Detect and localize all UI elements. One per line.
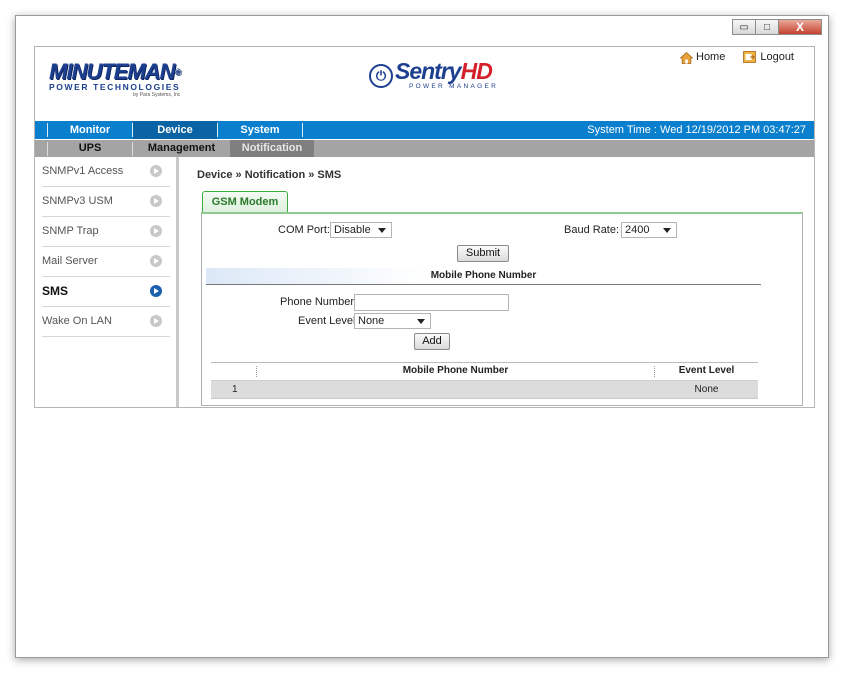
top-links: Home Logout — [680, 51, 794, 64]
close-button[interactable]: X — [778, 19, 822, 35]
gsm-modem-panel: COM Port: Disable Baud Rate: 2400 Submit… — [201, 212, 803, 406]
logout-link[interactable]: Logout — [743, 51, 794, 63]
menu-device[interactable]: Device — [133, 121, 217, 139]
baud-rate-label: Baud Rate: — [564, 224, 620, 236]
logout-label: Logout — [760, 51, 794, 63]
menu-separator — [302, 123, 303, 137]
sidebar-item-label: SNMP Trap — [42, 225, 99, 237]
column-header-phone: Mobile Phone Number — [402, 365, 509, 376]
event-level-label: Event Level: — [298, 315, 359, 327]
registered-mark: ® — [174, 67, 181, 77]
baud-rate-select[interactable]: 2400 — [621, 222, 677, 238]
sidebar-item-snmpv3-usm[interactable]: SNMPv3 USM — [42, 187, 170, 217]
sidebar-item-label: Wake On LAN — [42, 315, 112, 327]
browser-window: ▭ □ X MINUTEMAN® POWER TECHNOLOGIES by P… — [15, 15, 829, 658]
breadcrumb: Device » Notification » SMS — [197, 169, 342, 181]
sidebar-item-label: SMS — [42, 284, 69, 298]
minimize-button[interactable]: ▭ — [732, 19, 756, 35]
arrow-right-icon — [150, 165, 162, 177]
row-index: 1 — [232, 384, 238, 395]
minuteman-logo: MINUTEMAN® POWER TECHNOLOGIES by Para Sy… — [49, 59, 181, 99]
product-subtitle: POWER MANAGER — [409, 83, 499, 90]
phone-number-label: Phone Number: — [280, 296, 358, 308]
sidebar-item-label: Mail Server — [42, 255, 98, 267]
submenu-ups[interactable]: UPS — [48, 140, 132, 157]
sidebar-item-snmp-trap[interactable]: SNMP Trap — [42, 217, 170, 247]
sidebar-item-label: SNMPv1 Access — [42, 165, 124, 177]
tab-gsm-modem[interactable]: GSM Modem — [202, 191, 288, 213]
maximize-button[interactable]: □ — [755, 19, 779, 35]
sidebar-item-wake-on-lan[interactable]: Wake On LAN — [42, 307, 170, 337]
menu-monitor[interactable]: Monitor — [48, 121, 132, 139]
main-content: Device » Notification » SMS GSM Modem CO… — [179, 157, 814, 407]
sentryhd-logo: ⏻ SentryHD POWER MANAGER — [369, 60, 498, 91]
home-icon — [680, 51, 693, 64]
mobile-phone-section-header: Mobile Phone Number — [206, 268, 761, 285]
table-header: Mobile Phone Number Event Level — [211, 362, 758, 381]
home-label: Home — [696, 51, 726, 63]
menu-system[interactable]: System — [218, 121, 302, 139]
power-plug-icon: ⏻ — [369, 63, 393, 88]
brand-tiny: by Para Systems, Inc — [133, 92, 181, 98]
brand-title: MINUTEMAN — [49, 59, 175, 84]
arrow-right-icon — [150, 315, 162, 327]
row-event-level: None — [694, 384, 719, 395]
submenu-management[interactable]: Management — [133, 140, 230, 157]
app-container: MINUTEMAN® POWER TECHNOLOGIES by Para Sy… — [34, 46, 815, 408]
sidebar-item-snmpv1-access[interactable]: SNMPv1 Access — [42, 157, 170, 187]
header: MINUTEMAN® POWER TECHNOLOGIES by Para Sy… — [35, 47, 814, 105]
phone-number-input[interactable] — [354, 294, 509, 311]
submenu-notification[interactable]: Notification — [230, 140, 314, 157]
sub-menu: UPS Management Notification — [35, 140, 814, 157]
brand-subtitle: POWER TECHNOLOGIES — [49, 82, 181, 92]
event-level-select[interactable]: None — [354, 313, 431, 329]
arrow-right-icon — [150, 225, 162, 237]
sidebar-item-mail-server[interactable]: Mail Server — [42, 247, 170, 277]
arrow-right-icon — [150, 285, 162, 297]
sidebar: SNMPv1 Access SNMPv3 USM SNMP Trap Mail … — [35, 157, 179, 407]
product-name: Sentry — [395, 58, 462, 84]
product-suffix: HD — [460, 58, 493, 84]
submit-button[interactable]: Submit — [457, 245, 509, 262]
arrow-right-icon — [150, 195, 162, 207]
logout-icon — [743, 51, 757, 63]
home-link[interactable]: Home — [680, 51, 726, 64]
com-port-label: COM Port: — [278, 224, 330, 236]
main-menu: Monitor Device System System Time : Wed … — [35, 121, 814, 139]
window-controls: ▭ □ X — [732, 19, 822, 35]
sidebar-item-label: SNMPv3 USM — [42, 195, 113, 207]
phone-number-table: Mobile Phone Number Event Level 1 None — [211, 362, 758, 399]
com-port-select[interactable]: Disable — [330, 222, 392, 238]
table-row[interactable]: 1 None — [211, 381, 758, 399]
column-header-event-level: Event Level — [678, 365, 735, 376]
add-button[interactable]: Add — [414, 333, 450, 350]
sidebar-item-sms[interactable]: SMS — [42, 277, 170, 307]
arrow-right-icon — [150, 255, 162, 267]
system-time: System Time : Wed 12/19/2012 PM 03:47:27 — [587, 124, 806, 136]
